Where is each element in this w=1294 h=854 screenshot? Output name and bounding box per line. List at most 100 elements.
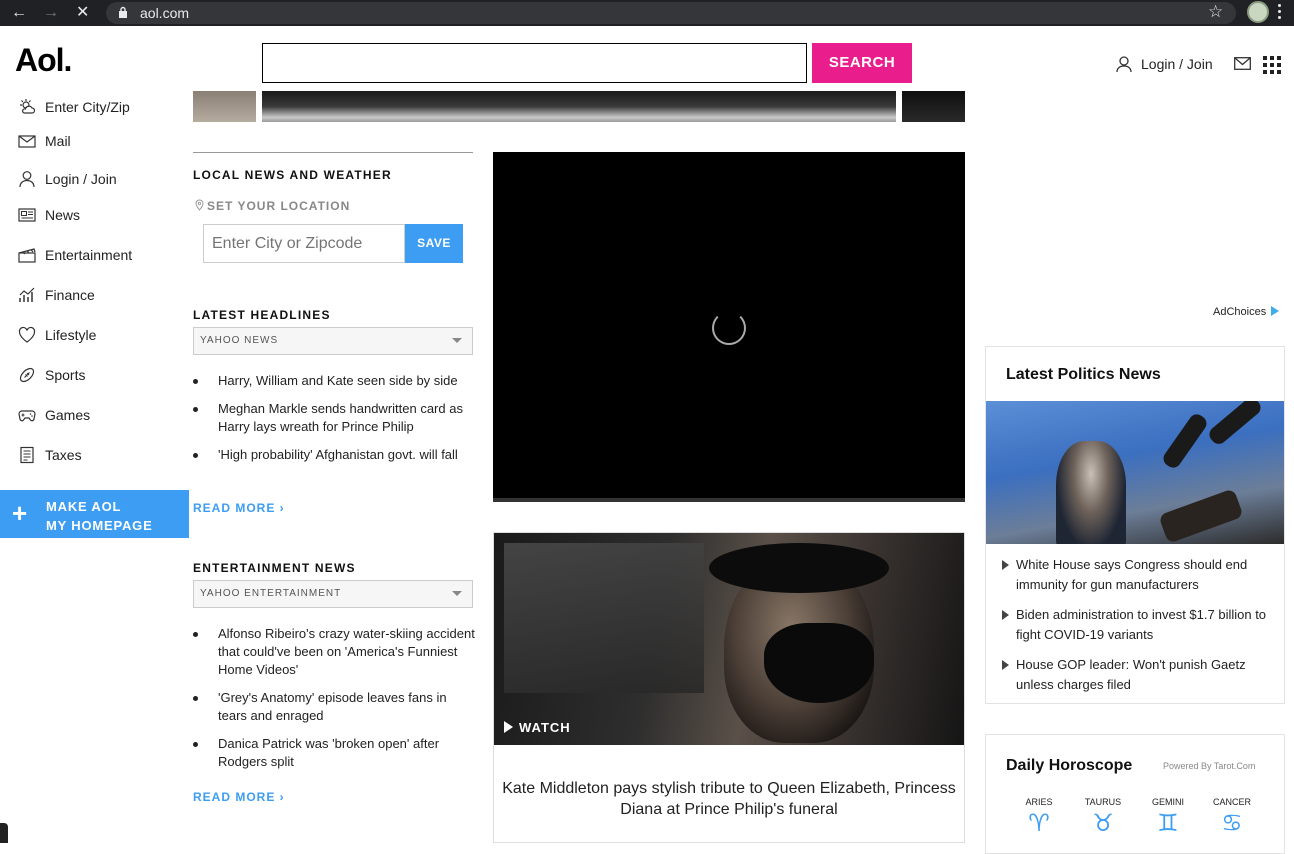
- adchoices-link[interactable]: AdChoices: [1213, 306, 1280, 318]
- gamepad-icon: [18, 410, 36, 422]
- save-location-button[interactable]: SAVE: [405, 224, 463, 263]
- entertainment-source-dropdown[interactable]: YAHOO ENTERTAINMENT: [193, 580, 473, 608]
- forward-arrow-icon[interactable]: →: [43, 3, 59, 23]
- sidebar-item-label: Games: [45, 407, 91, 423]
- image-detail: [1206, 401, 1264, 448]
- search-input[interactable]: [263, 44, 806, 82]
- football-icon: [19, 367, 35, 383]
- politics-item[interactable]: House GOP leader: Won't punish Gaetz unl…: [1002, 655, 1278, 695]
- politics-item[interactable]: Biden administration to invest $1.7 bill…: [1002, 605, 1278, 645]
- chevron-down-icon: [452, 591, 462, 596]
- set-location-link[interactable]: SET YOUR LOCATION: [195, 199, 350, 213]
- feedback-tab[interactable]: [0, 823, 8, 843]
- dropdown-value: YAHOO NEWS: [200, 335, 279, 346]
- city-zip-input[interactable]: [203, 224, 405, 263]
- carousel-thumb[interactable]: [902, 91, 965, 122]
- video-progress-bar[interactable]: [493, 498, 965, 502]
- make-homepage-line2: MY HOMEPAGE: [46, 518, 153, 533]
- aries-icon[interactable]: ♈: [1014, 809, 1064, 838]
- headlines-source-dropdown[interactable]: YAHOO NEWS: [193, 327, 473, 355]
- carousel-thumb[interactable]: [193, 91, 256, 122]
- sidebar-item-label: Sports: [45, 367, 86, 383]
- feature-story-image[interactable]: WATCH: [494, 533, 964, 745]
- browser-menu-icon[interactable]: [1278, 4, 1282, 22]
- heart-icon: [18, 326, 36, 343]
- make-homepage-button[interactable]: + MAKE AOL MY HOMEPAGE: [0, 490, 189, 538]
- feature-story-caption[interactable]: Kate Middleton pays stylish tribute to Q…: [494, 778, 964, 820]
- lock-icon: [119, 6, 127, 18]
- entertainment-item[interactable]: 'Grey's Anatomy' episode leaves fans in …: [193, 689, 475, 725]
- image-detail: [709, 543, 889, 593]
- aol-logo[interactable]: Aol.: [15, 42, 72, 79]
- clapper-icon: [18, 248, 36, 263]
- address-bar[interactable]: aol.com: [106, 2, 1236, 24]
- image-detail: [764, 623, 874, 703]
- set-location-label: SET YOUR LOCATION: [207, 199, 351, 213]
- video-player[interactable]: [493, 152, 965, 502]
- make-homepage-label: MAKE AOL MY HOMEPAGE: [46, 497, 153, 535]
- mail-icon[interactable]: [1234, 57, 1251, 70]
- mail-icon: [18, 135, 36, 148]
- browser-toolbar: ← → ✕ aol.com ☆: [0, 0, 1294, 26]
- headline-item[interactable]: 'High probability' Afghanistan govt. wil…: [193, 446, 475, 464]
- sidebar-item-label: Mail: [45, 133, 71, 149]
- image-detail: [1056, 441, 1126, 544]
- carousel-main-image[interactable]: [262, 91, 896, 122]
- cancer-icon[interactable]: ♋: [1207, 809, 1257, 838]
- latest-headlines-title: LATEST HEADLINES: [193, 308, 331, 322]
- header-login-label: Login / Join: [1141, 56, 1213, 72]
- politics-image[interactable]: [986, 401, 1284, 544]
- sidebar-item-label: Finance: [45, 287, 95, 303]
- image-detail: [504, 543, 704, 693]
- horoscope-powered-by: Powered By Tarot.Com: [1163, 761, 1256, 771]
- bookmark-star-icon[interactable]: ☆: [1208, 2, 1223, 22]
- local-news-title: LOCAL NEWS AND WEATHER: [193, 168, 392, 182]
- make-homepage-line1: MAKE AOL: [46, 499, 122, 514]
- image-detail: [1160, 411, 1210, 471]
- politics-news-card: Latest Politics News White House says Co…: [985, 346, 1285, 704]
- adchoices-icon: [1271, 306, 1280, 316]
- loading-spinner-icon: [712, 311, 746, 345]
- stop-loading-icon[interactable]: ✕: [76, 3, 89, 23]
- headline-item[interactable]: Meghan Markle sends handwritten card as …: [193, 400, 475, 436]
- image-detail: [1158, 488, 1244, 544]
- search-button[interactable]: SEARCH: [812, 43, 912, 83]
- sign-label-gemini: GEMINI: [1151, 797, 1184, 807]
- user-icon: [19, 171, 35, 188]
- apps-grid-icon[interactable]: [1263, 56, 1281, 74]
- politics-item[interactable]: White House says Congress should end imm…: [1002, 555, 1278, 595]
- watch-text: WATCH: [519, 720, 571, 735]
- back-arrow-icon[interactable]: ←: [11, 3, 27, 23]
- feature-story-card[interactable]: WATCH Kate Middleton pays stylish tribut…: [493, 532, 965, 843]
- search-box[interactable]: [262, 43, 807, 83]
- divider: [193, 152, 473, 153]
- user-icon: [1116, 56, 1132, 73]
- entertainment-item[interactable]: Alfonso Ribeiro's crazy water-skiing acc…: [193, 625, 475, 679]
- horoscope-card: Daily Horoscope Powered By Tarot.Com ARI…: [985, 734, 1285, 854]
- header-login[interactable]: Login / Join: [1115, 55, 1213, 73]
- weather-icon: [20, 99, 36, 114]
- location-pin-icon: [195, 199, 204, 211]
- sidebar-item-label: Entertainment: [45, 247, 133, 263]
- entertainment-item[interactable]: Danica Patrick was 'broken open' after R…: [193, 735, 475, 771]
- dropdown-value: YAHOO ENTERTAINMENT: [200, 588, 342, 599]
- sign-label-aries: ARIES: [1025, 797, 1053, 807]
- profile-avatar[interactable]: [1247, 1, 1269, 23]
- politics-title: Latest Politics News: [1006, 366, 1161, 383]
- gemini-icon[interactable]: ♊: [1143, 809, 1193, 838]
- entertainment-read-more[interactable]: READ MORE ›: [193, 790, 285, 804]
- entertainment-news-title: ENTERTAINMENT NEWS: [193, 561, 356, 575]
- headlines-read-more[interactable]: READ MORE ›: [193, 501, 285, 515]
- document-icon: [20, 446, 34, 464]
- headline-item[interactable]: Harry, William and Kate seen side by sid…: [193, 372, 475, 390]
- sign-label-cancer: CANCER: [1212, 797, 1251, 807]
- chart-icon: [19, 287, 35, 302]
- watch-label[interactable]: WATCH: [504, 720, 571, 735]
- chevron-down-icon: [452, 338, 462, 343]
- sidebar-item-label: Enter City/Zip: [45, 99, 130, 115]
- news-icon: [18, 208, 36, 222]
- sidebar-item-label: News: [45, 207, 81, 223]
- play-icon: [504, 721, 513, 733]
- taurus-icon[interactable]: ♉: [1078, 809, 1128, 838]
- sign-label-taurus: TAURUS: [1084, 797, 1122, 807]
